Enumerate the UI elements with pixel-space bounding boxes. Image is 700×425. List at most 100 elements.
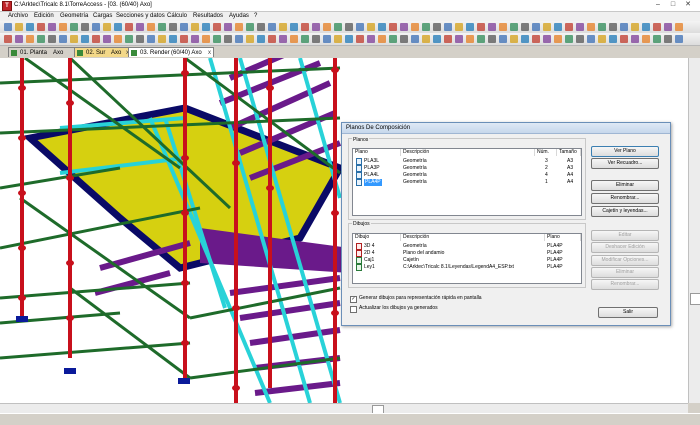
toolbar-button-icon[interactable] bbox=[246, 35, 254, 43]
toolbar-button-icon[interactable] bbox=[48, 35, 56, 43]
toolbar-button-icon[interactable] bbox=[356, 23, 364, 31]
toolbar-button-icon[interactable] bbox=[312, 35, 320, 43]
toolbar-button-icon[interactable] bbox=[92, 35, 100, 43]
toolbar-button-icon[interactable] bbox=[477, 35, 485, 43]
planos-list[interactable]: Plano Descripción Núm. Tamaño PLA3L Geom… bbox=[352, 148, 582, 216]
eliminar-dibujo-button[interactable]: Eliminar bbox=[591, 267, 659, 278]
toolbar-button-icon[interactable] bbox=[169, 23, 177, 31]
actualizar-dibujos-checkbox[interactable] bbox=[350, 306, 357, 313]
vertical-scroll-thumb[interactable] bbox=[690, 293, 700, 305]
toolbar-button-icon[interactable] bbox=[323, 35, 331, 43]
dibujos-list[interactable]: Dibujo Descripción Plano 3D 4 Geometría … bbox=[352, 233, 582, 284]
dibujo-row[interactable]: Caj1 Cajetín PLA4P bbox=[353, 257, 581, 264]
plano-row[interactable]: PLA3L Geometría 3 A3 bbox=[353, 158, 581, 165]
toolbar-button-icon[interactable] bbox=[499, 35, 507, 43]
toolbar-button-icon[interactable] bbox=[609, 23, 617, 31]
menu-geometria[interactable]: Geometría bbox=[60, 12, 88, 21]
toolbar-button-icon[interactable] bbox=[389, 35, 397, 43]
toolbar-button-icon[interactable] bbox=[70, 23, 78, 31]
toolbar-button-icon[interactable] bbox=[213, 35, 221, 43]
generar-dibujos-checkbox[interactable]: ✓ bbox=[350, 296, 357, 303]
toolbar-button-icon[interactable] bbox=[543, 35, 551, 43]
maximize-icon[interactable]: □ bbox=[667, 1, 679, 9]
toolbar-button-icon[interactable] bbox=[257, 23, 265, 31]
toolbar-button-icon[interactable] bbox=[367, 35, 375, 43]
toolbar-button-icon[interactable] bbox=[334, 23, 342, 31]
toolbar-button-icon[interactable] bbox=[488, 23, 496, 31]
menu-archivo[interactable]: Archivo bbox=[8, 12, 28, 21]
toolbar-button-icon[interactable] bbox=[587, 23, 595, 31]
toolbar-button-icon[interactable] bbox=[202, 35, 210, 43]
toolbar-button-icon[interactable] bbox=[169, 35, 177, 43]
ver-recuadro-button[interactable]: Ver Recuadro... bbox=[591, 158, 659, 169]
toolbar-button-icon[interactable] bbox=[653, 23, 661, 31]
toolbar-button-icon[interactable] bbox=[433, 35, 441, 43]
toolbar-button-icon[interactable] bbox=[246, 23, 254, 31]
toolbar-button-icon[interactable] bbox=[345, 35, 353, 43]
toolbar-button-icon[interactable] bbox=[444, 23, 452, 31]
toolbar-button-icon[interactable] bbox=[422, 35, 430, 43]
toolbar-button-icon[interactable] bbox=[15, 35, 23, 43]
toolbar-button-icon[interactable] bbox=[26, 35, 34, 43]
toolbar-button-icon[interactable] bbox=[598, 35, 606, 43]
dibujo-row[interactable]: 3D 4 Geometría PLA4P bbox=[353, 243, 581, 250]
toolbar-button-icon[interactable] bbox=[499, 23, 507, 31]
plano-row[interactable]: PLA3P Geometría 2 A3 bbox=[353, 165, 581, 172]
menu-resultados[interactable]: Resultados bbox=[193, 12, 223, 21]
toolbar-button-icon[interactable] bbox=[554, 35, 562, 43]
toolbar-button-icon[interactable] bbox=[466, 35, 474, 43]
toolbar-button-icon[interactable] bbox=[301, 23, 309, 31]
toolbar-button-icon[interactable] bbox=[642, 35, 650, 43]
toolbar-button-icon[interactable] bbox=[279, 23, 287, 31]
toolbar-button-icon[interactable] bbox=[323, 23, 331, 31]
toolbar-button-icon[interactable] bbox=[620, 35, 628, 43]
close-icon[interactable]: ✕ bbox=[682, 1, 694, 9]
toolbar-button-icon[interactable] bbox=[103, 23, 111, 31]
toolbar-button-icon[interactable] bbox=[576, 23, 584, 31]
toolbar-button-icon[interactable] bbox=[268, 35, 276, 43]
toolbar-button-icon[interactable] bbox=[411, 23, 419, 31]
toolbar-button-icon[interactable] bbox=[389, 23, 397, 31]
toolbar-button-icon[interactable] bbox=[257, 35, 265, 43]
toolbar-button-icon[interactable] bbox=[125, 35, 133, 43]
toolbar-button-icon[interactable] bbox=[81, 23, 89, 31]
menu-help[interactable]: ? bbox=[254, 12, 257, 21]
toolbar-button-icon[interactable] bbox=[114, 23, 122, 31]
menu-ayudas[interactable]: Ayudas bbox=[229, 12, 249, 21]
menu-secciones[interactable]: Secciones y datos bbox=[116, 12, 165, 21]
tab-planta[interactable]: 01. Planta Axo x bbox=[8, 47, 82, 57]
toolbar-button-icon[interactable] bbox=[378, 35, 386, 43]
toolbar-button-icon[interactable] bbox=[642, 23, 650, 31]
toolbar-button-icon[interactable] bbox=[147, 35, 155, 43]
toolbar-button-icon[interactable] bbox=[334, 35, 342, 43]
toolbar-button-icon[interactable] bbox=[532, 35, 540, 43]
toolbar-button-icon[interactable] bbox=[378, 23, 386, 31]
column-header-plano[interactable]: Plano bbox=[545, 234, 581, 241]
toolbar-button-icon[interactable] bbox=[444, 35, 452, 43]
column-header-dibujo[interactable]: Dibujo bbox=[353, 234, 401, 241]
toolbar-button-icon[interactable] bbox=[510, 35, 518, 43]
toolbar-button-icon[interactable] bbox=[114, 35, 122, 43]
eliminar-plano-button[interactable]: Eliminar bbox=[591, 180, 659, 191]
toolbar-button-icon[interactable] bbox=[191, 35, 199, 43]
toolbar-button-icon[interactable] bbox=[224, 35, 232, 43]
toolbar-button-icon[interactable] bbox=[356, 35, 364, 43]
toolbar-button-icon[interactable] bbox=[422, 23, 430, 31]
toolbar-button-icon[interactable] bbox=[554, 23, 562, 31]
toolbar-button-icon[interactable] bbox=[290, 23, 298, 31]
tab-render[interactable]: 03. Render (60/40) Axo x bbox=[128, 47, 214, 57]
toolbar-button-icon[interactable] bbox=[565, 35, 573, 43]
toolbar-button-icon[interactable] bbox=[59, 35, 67, 43]
toolbar-button-icon[interactable] bbox=[400, 35, 408, 43]
cajetin-leyendas-button[interactable]: Cajetín y leyendas... bbox=[591, 206, 659, 217]
toolbar-button-icon[interactable] bbox=[433, 23, 441, 31]
toolbar-button-icon[interactable] bbox=[631, 35, 639, 43]
toolbar-button-icon[interactable] bbox=[103, 35, 111, 43]
toolbar-button-icon[interactable] bbox=[158, 35, 166, 43]
minimize-icon[interactable]: – bbox=[652, 1, 664, 9]
plano-row[interactable]: PLA4L Geometría 4 A4 bbox=[353, 172, 581, 179]
plano-row-selected[interactable]: PLA4P Geometría 1 A4 bbox=[353, 179, 581, 186]
toolbar-button-icon[interactable] bbox=[367, 23, 375, 31]
toolbar-button-icon[interactable] bbox=[675, 35, 683, 43]
toolbar-button-icon[interactable] bbox=[147, 23, 155, 31]
